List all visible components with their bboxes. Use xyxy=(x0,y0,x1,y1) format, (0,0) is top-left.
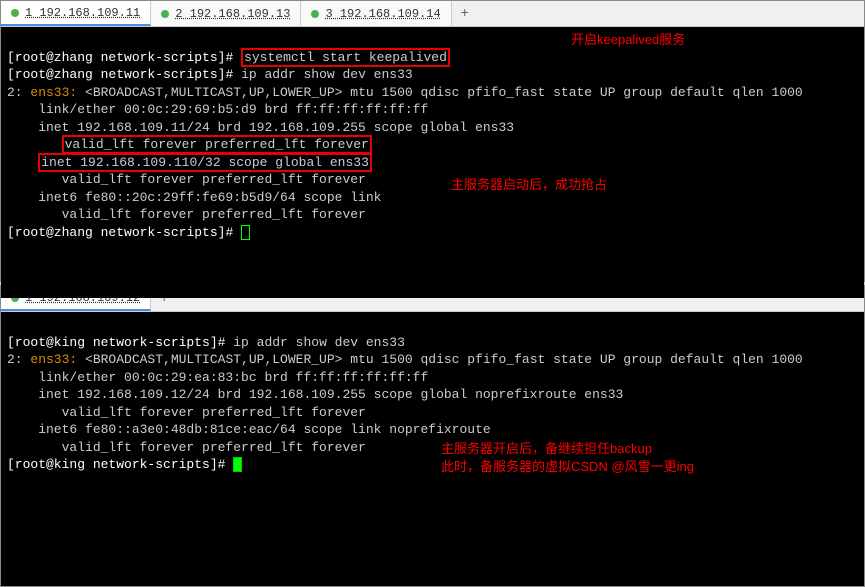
output-line: link/ether 00:0c:29:ea:83:bc brd ff:ff:f… xyxy=(7,370,428,385)
output-line: valid_lft forever preferred_lft forever xyxy=(7,440,366,455)
tabbar-top: 1 192.168.109.11 2 192.168.109.13 3 192.… xyxy=(1,1,864,27)
tab-3[interactable]: 3 192.168.109.14 xyxy=(301,1,451,26)
prompt: [root@king network-scripts]# xyxy=(7,457,233,472)
output-line: link/ether 00:0c:29:69:b5:d9 brd ff:ff:f… xyxy=(7,102,428,117)
terminal-pane-top: 1 192.168.109.11 2 192.168.109.13 3 192.… xyxy=(0,0,865,282)
tab-2[interactable]: 2 192.168.109.13 xyxy=(151,1,301,26)
output-line: valid_lft forever preferred_lft forever xyxy=(7,207,366,222)
annotation-text: 主服务器启动后，成功抢占 xyxy=(451,176,607,194)
add-tab-button[interactable]: + xyxy=(452,1,478,26)
output-line: inet6 fe80::20c:29ff:fe69:b5d9/64 scope … xyxy=(7,190,381,205)
tab-label: 1 192.168.109.11 xyxy=(25,6,140,20)
terminal-output-bottom[interactable]: [root@king network-scripts]# ip addr sho… xyxy=(1,312,864,584)
tab-label: 3 192.168.109.14 xyxy=(325,7,440,21)
annotation-text: 主服务器开启后，备继续担任backup xyxy=(441,440,652,458)
cursor-icon xyxy=(241,225,250,240)
output-line: 2: ens33: <BROADCAST,MULTICAST,UP,LOWER_… xyxy=(7,352,803,367)
status-dot-icon xyxy=(11,9,19,17)
output-line: inet 192.168.109.11/24 brd 192.168.109.2… xyxy=(7,120,514,135)
cursor-icon xyxy=(233,457,242,472)
highlight-vip-box: inet 192.168.109.110/32 scope global ens… xyxy=(38,153,372,172)
prompt: [root@zhang network-scripts]# xyxy=(7,50,241,65)
output-line: valid_lft forever preferred_lft forever xyxy=(7,135,372,154)
output-line: valid_lft forever preferred_lft forever xyxy=(7,172,366,187)
prompt: [root@zhang network-scripts]# xyxy=(7,67,241,82)
prompt: [root@king network-scripts]# xyxy=(7,335,233,350)
annotation-text: 此时，备服务器的虚拟CSDN @风雪一更ing xyxy=(441,458,694,476)
output-line: inet6 fe80::a3e0:48db:81ce:eac/64 scope … xyxy=(7,422,491,437)
output-line: valid_lft forever preferred_lft forever xyxy=(7,405,366,420)
prompt: [root@zhang network-scripts]# xyxy=(7,225,241,240)
command-text: ip addr show dev ens33 xyxy=(241,67,413,82)
output-line: 2: ens33: <BROADCAST,MULTICAST,UP,LOWER_… xyxy=(7,85,803,100)
status-dot-icon xyxy=(161,10,169,18)
status-dot-icon xyxy=(311,10,319,18)
command-text: ip addr show dev ens33 xyxy=(233,335,405,350)
output-line: inet 192.168.109.110/32 scope global ens… xyxy=(7,153,372,172)
annotation-text: 开启keepalived服务 xyxy=(571,31,685,49)
terminal-output-top[interactable]: [root@zhang network-scripts]# systemctl … xyxy=(1,27,864,298)
tab-label: 2 192.168.109.13 xyxy=(175,7,290,21)
output-line: inet 192.168.109.12/24 brd 192.168.109.2… xyxy=(7,387,623,402)
terminal-pane-bottom: 1 192.168.109.12 + [root@king network-sc… xyxy=(0,285,865,587)
highlight-command-box: systemctl start keepalived xyxy=(241,48,450,67)
tab-1[interactable]: 1 192.168.109.11 xyxy=(1,1,151,26)
highlight-box: valid_lft forever preferred_lft forever xyxy=(62,135,372,154)
